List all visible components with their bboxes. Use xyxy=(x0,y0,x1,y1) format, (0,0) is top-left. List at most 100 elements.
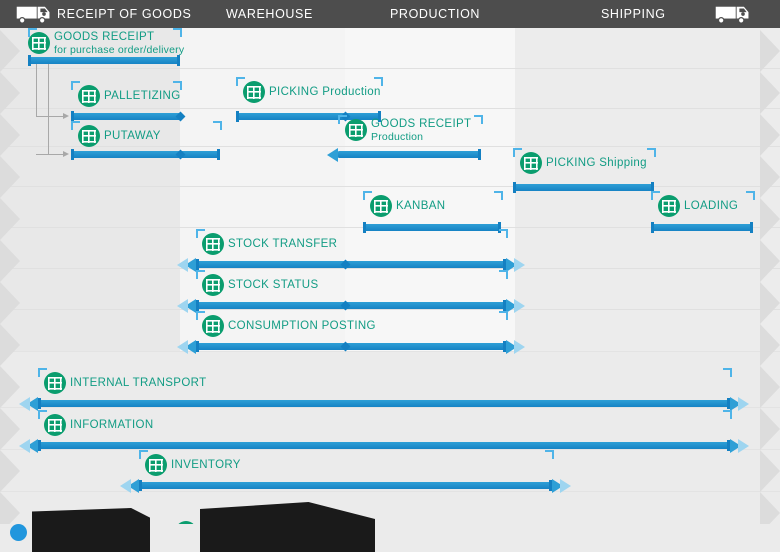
process-label: CONSUMPTION POSTING xyxy=(228,320,376,333)
process-label: PUTAWAY xyxy=(104,130,161,143)
process-label: PICKING Production xyxy=(269,86,381,99)
row-separator xyxy=(0,268,780,269)
bracket-corner-top-right xyxy=(173,81,182,90)
connector-arrow-icon xyxy=(63,151,69,157)
process-label: STOCK STATUS xyxy=(228,279,318,292)
bracket-corner-top-right xyxy=(499,311,508,320)
process-bar[interactable] xyxy=(71,151,220,158)
connector-line xyxy=(48,62,50,155)
arrow-right-icon xyxy=(560,478,571,493)
lane-chevron-right xyxy=(760,114,780,156)
header-column-production[interactable]: PRODUCTION xyxy=(390,0,480,28)
process-bar[interactable] xyxy=(38,400,730,407)
grid-icon xyxy=(520,152,542,174)
arrow-right-icon xyxy=(738,438,749,453)
lane-chevron-left xyxy=(0,198,20,240)
bracket-corner-top-right xyxy=(545,450,554,459)
arrow-left-icon xyxy=(177,298,188,313)
arrow-left-icon xyxy=(19,438,30,453)
process-label: INTERNAL TRANSPORT xyxy=(70,377,206,390)
process-bar[interactable] xyxy=(651,224,753,231)
bar-end-cap xyxy=(750,222,753,233)
process-bar[interactable] xyxy=(338,151,481,158)
header-column-shipping[interactable]: SHIPPING xyxy=(601,0,666,28)
lane-chevron-left xyxy=(0,450,20,492)
row-separator xyxy=(0,449,780,450)
header-column-warehouse[interactable]: WAREHOUSE xyxy=(226,0,313,28)
bar-end-cap xyxy=(513,182,516,193)
lane-chevron-left xyxy=(0,156,20,198)
grid-icon xyxy=(202,274,224,296)
lane-chevron-left xyxy=(0,282,20,324)
bracket-corner-top-left xyxy=(236,77,245,86)
bracket-corner-top-right xyxy=(647,148,656,157)
grid-icon xyxy=(44,372,66,394)
grid-icon xyxy=(658,195,680,217)
process-title: PUTAWAY xyxy=(104,130,161,142)
process-title: KANBAN xyxy=(396,200,446,212)
process-title: GOODS RECEIPT xyxy=(371,118,472,130)
arrow-left-icon xyxy=(177,257,188,272)
bar-end-cap xyxy=(651,222,654,233)
process-bar[interactable] xyxy=(363,224,501,231)
bar-end-cap xyxy=(363,222,366,233)
bracket-corner-top-left xyxy=(651,191,660,200)
row-separator xyxy=(0,146,780,147)
process-bar[interactable] xyxy=(71,113,180,120)
process-label: PICKING Shipping xyxy=(546,157,647,170)
truck-icon xyxy=(715,6,749,24)
process-title: CONSUMPTION POSTING xyxy=(228,320,376,332)
process-bar[interactable] xyxy=(28,57,180,64)
process-title: PALLETIZING xyxy=(104,90,181,102)
process-title: PICKING Production xyxy=(269,86,381,98)
process-bar[interactable] xyxy=(196,261,506,268)
lane-chevron-left xyxy=(0,72,20,114)
grid-icon xyxy=(28,32,50,54)
bracket-corner-top-left xyxy=(71,81,80,90)
process-title: GOODS RECEIPT xyxy=(54,31,155,43)
bracket-corner-top-left xyxy=(338,115,347,124)
lane-chevron-left xyxy=(0,366,20,408)
grid-icon xyxy=(202,233,224,255)
process-title: PICKING Shipping xyxy=(546,157,647,169)
process-bar[interactable] xyxy=(513,184,654,191)
row-separator xyxy=(0,407,780,408)
arrow-left-icon xyxy=(327,147,338,162)
process-label: GOODS RECEIPT for purchase order/delivery xyxy=(54,31,184,57)
process-bar[interactable] xyxy=(38,442,730,449)
row-separator xyxy=(0,491,780,492)
process-bar[interactable] xyxy=(196,343,506,350)
redacted-block xyxy=(32,508,150,552)
lane-chevron-left xyxy=(0,114,20,156)
process-subtitle: Production xyxy=(371,131,424,143)
row-separator xyxy=(0,68,780,69)
row-separator xyxy=(0,186,780,187)
header-column-receipt-of-goods[interactable]: RECEIPT OF GOODS xyxy=(57,0,191,28)
grid-icon xyxy=(202,315,224,337)
lane-chevron-right xyxy=(760,282,780,324)
bracket-corner-top-right xyxy=(494,191,503,200)
row-separator xyxy=(0,108,780,109)
connector-line xyxy=(36,116,64,118)
process-label: PALLETIZING xyxy=(104,90,181,103)
bar-end-cap xyxy=(236,111,239,122)
bracket-corner-top-right xyxy=(723,410,732,419)
process-title: INVENTORY xyxy=(171,459,241,471)
arrow-right-icon xyxy=(514,298,525,313)
grid-icon xyxy=(78,85,100,107)
process-label: GOODS RECEIPT Production xyxy=(371,118,471,144)
lane-chevron-left xyxy=(0,240,20,282)
bar-end-cap xyxy=(38,440,41,451)
bar-end-cap xyxy=(478,149,481,160)
process-label: LOADING xyxy=(684,200,738,213)
process-bar[interactable] xyxy=(196,302,506,309)
bracket-corner-top-left xyxy=(71,121,80,130)
row-separator xyxy=(0,351,780,352)
bar-end-cap xyxy=(177,55,180,66)
process-bar[interactable] xyxy=(139,482,552,489)
connector-arrow-icon xyxy=(63,113,69,119)
process-title: STOCK STATUS xyxy=(228,279,319,291)
bracket-corner-top-left xyxy=(513,148,522,157)
arrow-right-icon xyxy=(514,257,525,272)
lane-chevron-right xyxy=(760,156,780,198)
